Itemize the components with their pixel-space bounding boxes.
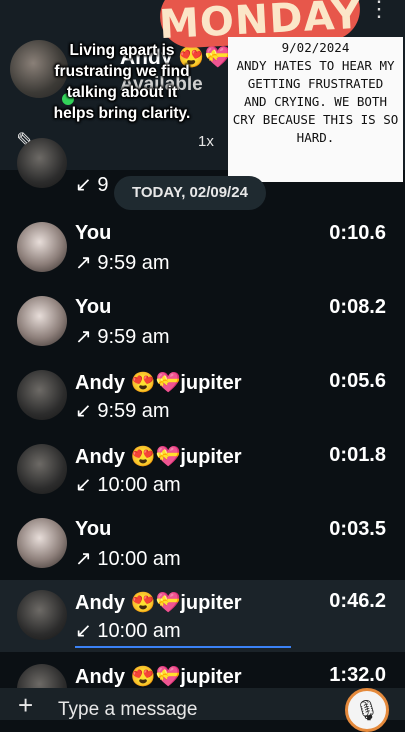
call-duration: 0:05.6 xyxy=(329,370,386,392)
call-direction: ↙ 10:00 am xyxy=(75,620,181,642)
caller-name: You xyxy=(75,518,112,540)
call-direction: ↙ 9:59 am xyxy=(75,400,170,422)
call-duration: 0:10.6 xyxy=(329,222,386,244)
note-card: 9/02/2024 ANDY HATES TO HEAR MY GETTING … xyxy=(228,37,403,182)
caller-name: Andy 😍💝jupiter xyxy=(75,666,242,688)
call-row-selected[interactable]: Andy 😍💝jupiter ↙ 10:00 am 0:46.2 xyxy=(0,580,405,652)
more-vertical-icon[interactable]: ⋮ xyxy=(368,0,390,22)
call-avatar xyxy=(17,444,67,494)
note-line: CRY BECAUSE THIS IS SO xyxy=(232,112,399,127)
playback-speed[interactable]: 1x xyxy=(198,133,214,150)
call-avatar xyxy=(17,590,67,640)
date-separator: TODAY, 02/09/24 xyxy=(114,176,266,210)
note-line: ANDY HATES TO HEAR MY xyxy=(236,58,395,73)
call-duration: 0:01.8 xyxy=(329,444,386,466)
message-input[interactable] xyxy=(56,694,320,726)
call-row[interactable]: Andy 😍💝jupiter ↙ 10:00 am 0:01.8 xyxy=(0,434,405,506)
note-date: 9/02/2024 xyxy=(281,40,350,55)
note-line: GETTING FRUSTRATED xyxy=(247,76,384,91)
call-row[interactable]: Andy 😍💝jupiter ↙ 9:59 am 0:05.6 xyxy=(0,360,405,432)
call-avatar xyxy=(17,518,67,568)
caller-name: Andy 😍💝jupiter xyxy=(75,372,242,394)
call-avatar xyxy=(17,296,67,346)
call-duration: 0:03.5 xyxy=(329,518,386,540)
call-avatar xyxy=(17,222,67,272)
caller-name: Andy 😍💝jupiter xyxy=(75,446,242,468)
plus-icon[interactable]: + xyxy=(18,690,33,721)
call-avatar xyxy=(17,370,67,420)
call-direction: ↗ 10:00 am xyxy=(75,548,181,570)
note-line: AND CRYING. WE BOTH xyxy=(244,94,387,109)
call-row[interactable]: You ↗ 10:00 am 0:03.5 xyxy=(0,508,405,580)
overlay-caption: Living apart is frustrating we find talk… xyxy=(53,42,191,122)
caller-name: You xyxy=(75,222,112,244)
call-row[interactable]: You ↗ 9:59 am 0:08.2 xyxy=(0,286,405,358)
call-row[interactable]: You ↗ 9:59 am 0:10.6 xyxy=(0,212,405,284)
call-direction: ↗ 9:59 am xyxy=(75,326,170,348)
call-duration: 0:46.2 xyxy=(329,590,386,612)
note-line: HARD. xyxy=(296,130,335,145)
playback-progress-line xyxy=(75,646,291,648)
microphone-icon[interactable]: 🎙 xyxy=(345,688,389,732)
call-duration: 0:08.2 xyxy=(329,296,386,318)
caller-name: You xyxy=(75,296,112,318)
call-direction: ↗ 9:59 am xyxy=(75,252,170,274)
message-composer: + 🎙 xyxy=(0,688,405,732)
call-avatar xyxy=(17,138,67,188)
caller-name: Andy 😍💝jupiter xyxy=(75,592,242,614)
call-direction: ↙ 9 xyxy=(75,174,109,196)
call-duration: 1:32.0 xyxy=(329,664,386,686)
call-direction: ↙ 10:00 am xyxy=(75,474,181,496)
